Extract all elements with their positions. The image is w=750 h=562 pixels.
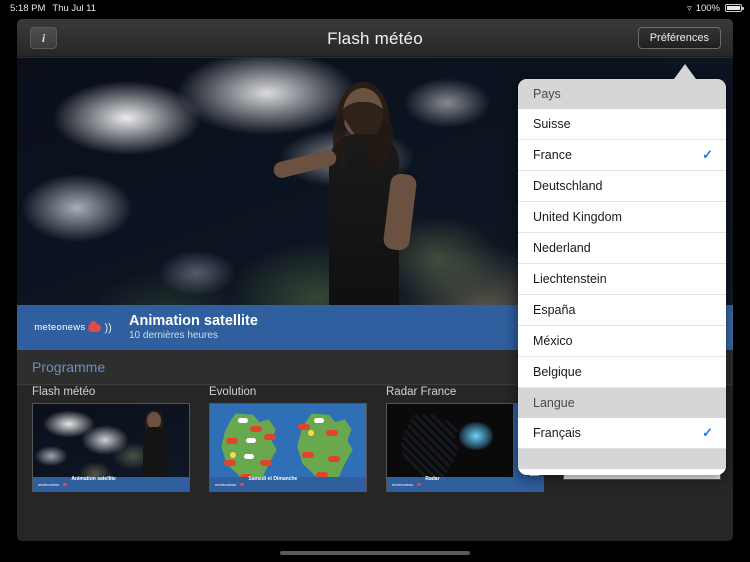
thumbnail-label: Flash météo	[32, 386, 96, 398]
popover-item-suisse[interactable]: Suisse	[518, 109, 726, 140]
status-bar-left: 5:18 PM Thu Jul 11	[10, 3, 96, 14]
battery-percent: 100%	[695, 2, 720, 14]
programme-title: Programme	[32, 359, 106, 375]
popover-item-label: España	[533, 303, 576, 317]
popover-item-mexico[interactable]: México	[518, 326, 726, 357]
cloud-icon	[244, 454, 254, 459]
temperature-badge	[224, 460, 236, 466]
thumbnail-strip-text: Radar dernières 2 heures	[425, 468, 455, 491]
popover-item-espana[interactable]: España	[518, 295, 726, 326]
temperature-badge	[250, 426, 262, 432]
popover-item-label: United Kingdom	[533, 210, 622, 224]
toolbar: i Flash météo Préférences	[17, 19, 733, 57]
thumbnail-strip-title: Samedi et Dimanche	[248, 476, 298, 482]
cloud-icon	[417, 482, 422, 486]
thumbnail-image-flash-meteo[interactable]: meteonews Animation satellite 10 dernièr…	[32, 403, 190, 492]
popover-item-nederland[interactable]: Nederland	[518, 233, 726, 264]
radar-precipitation	[459, 422, 493, 450]
temperature-badge	[260, 460, 272, 466]
temperature-badge	[326, 430, 338, 436]
temperature-badge	[302, 452, 314, 458]
popover-item-france[interactable]: France ✓	[518, 140, 726, 171]
check-icon: ✓	[702, 425, 713, 440]
cloud-icon	[238, 418, 248, 423]
popover-scroll-area[interactable]: Pays Suisse France ✓ Deutschland United …	[518, 79, 726, 475]
meteonews-mini-logo: meteonews	[38, 481, 60, 487]
sun-icon	[308, 430, 314, 436]
video-overlay-banner: meteonews )) Animation satellite 10 dern…	[17, 305, 517, 350]
popover-item-label: Deutschland	[533, 179, 603, 193]
status-time: 5:18 PM	[10, 2, 46, 14]
list-item[interactable]: Evolution meteonews Samedi et Dimanche	[209, 386, 367, 492]
thumbnail-strip-title: Animation satellite	[71, 476, 116, 482]
battery-icon	[725, 4, 744, 12]
overlay-title: Animation satellite	[129, 313, 258, 330]
status-bar: 5:18 PM Thu Jul 11 ▿ 100%	[0, 0, 750, 16]
popover-item-label: France	[533, 148, 572, 162]
thumbnail-label: Evolution	[209, 386, 257, 398]
home-indicator[interactable]	[280, 551, 470, 555]
popover-item-label: México	[533, 334, 573, 348]
thumbnail-strip-text: Animation satellite 10 dernières heures	[71, 468, 116, 491]
popover-item-deutschland[interactable]: Deutschland	[518, 171, 726, 202]
thumbnail-strip: meteonews Animation satellite 10 dernièr…	[33, 477, 189, 491]
popover-item-label: Liechtenstein	[533, 272, 607, 286]
preferences-popover: Pays Suisse France ✓ Deutschland United …	[518, 79, 726, 475]
popover-arrow	[674, 64, 696, 79]
popover-item-label: Nederland	[533, 241, 591, 255]
meteonews-mini-logo: meteonews	[215, 481, 237, 487]
cloud-icon	[88, 320, 102, 332]
popover-section-header-pays: Pays	[518, 79, 726, 109]
temperature-badge	[298, 424, 310, 430]
popover-item-francais[interactable]: Français ✓	[518, 418, 726, 449]
page-title: Flash météo	[327, 29, 423, 48]
thumbnail-strip: meteonews Radar dernières 2 heures	[387, 477, 543, 491]
cloud-icon	[314, 418, 324, 423]
temperature-badge	[264, 434, 276, 440]
status-bar-right: ▿ 100%	[687, 2, 744, 14]
meteonews-logo: meteonews ))	[17, 320, 129, 334]
cloud-icon	[240, 482, 245, 486]
signal-waves-icon: ))	[104, 321, 112, 334]
overlay-text: Animation satellite 10 dernières heures	[129, 312, 258, 343]
popover-item-label: Belgique	[533, 365, 582, 379]
popover-section-header-langue: Langue	[518, 388, 726, 418]
popover-item-united-kingdom[interactable]: United Kingdom	[518, 202, 726, 233]
meteonews-wordmark: meteonews	[34, 322, 86, 333]
status-date: Thu Jul 11	[52, 2, 97, 14]
thumbnail-strip-text: Samedi et Dimanche Evolution	[248, 468, 298, 491]
popover-item-label: Suisse	[533, 117, 571, 131]
wifi-icon: ▿	[687, 2, 692, 13]
popover-footer	[518, 449, 726, 469]
list-item[interactable]: Flash météo meteonews Animation satellit…	[32, 386, 190, 492]
thumbnail-strip: meteonews Samedi et Dimanche Evolution	[210, 477, 366, 491]
thumbnail-strip-title: Radar	[425, 476, 440, 482]
screen: 5:18 PM Thu Jul 11 ▿ 100% i Flash météo …	[0, 0, 750, 562]
cloud-icon	[246, 438, 256, 443]
popover-item-liechtenstein[interactable]: Liechtenstein	[518, 264, 726, 295]
overlay-subtitle: 10 dernières heures	[129, 330, 218, 342]
temperature-badge	[226, 438, 238, 444]
popover-item-belgique[interactable]: Belgique	[518, 357, 726, 388]
sun-icon	[230, 452, 236, 458]
check-icon: ✓	[702, 147, 713, 162]
cloud-icon	[63, 482, 68, 486]
meteonews-mini-logo: meteonews	[392, 481, 414, 487]
popover-item-label: Français	[533, 426, 581, 440]
temperature-badge	[328, 456, 340, 462]
thumbnail-image-evolution[interactable]: meteonews Samedi et Dimanche Evolution	[209, 403, 367, 492]
preferences-button[interactable]: Préférences	[637, 27, 721, 49]
